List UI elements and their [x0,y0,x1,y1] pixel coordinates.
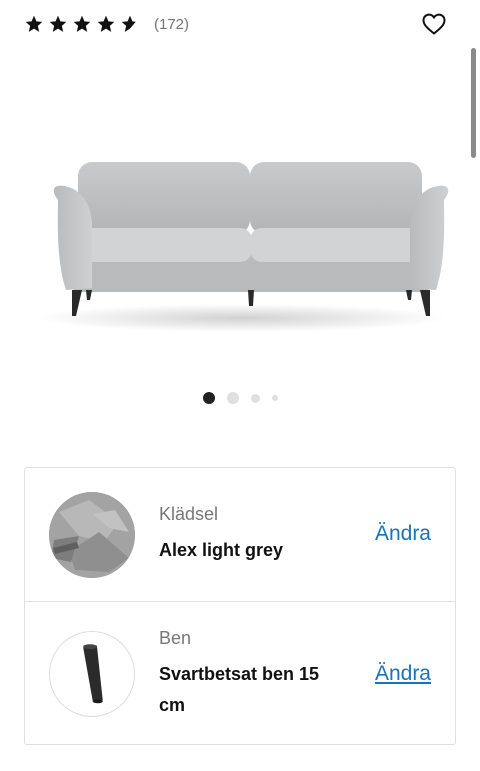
review-count[interactable]: (172) [154,16,189,33]
option-row-legs[interactable]: Ben Svartbetsat ben 15 cm Ändra [25,602,455,744]
leg-swatch-image [83,644,103,704]
fabric-swatch-image [49,491,135,578]
gallery-dot[interactable] [250,393,260,403]
star-rating[interactable] [24,14,140,34]
gallery-dot[interactable] [226,392,239,404]
option-label: Klädsel [159,503,219,524]
option-text: Ben Svartbetsat ben 15 cm [159,628,339,721]
heart-outline-icon [422,13,446,35]
leg-swatch [49,631,135,717]
product-gallery[interactable] [0,60,480,380]
option-text: Klädsel Alex light grey [159,504,339,566]
star-icon [25,15,43,32]
star-icon [97,15,115,32]
fabric-swatch [49,491,135,578]
star-icon [49,15,67,32]
rating-bar: (172) [24,10,448,38]
option-value: Alex light grey [159,539,284,560]
half-star-icon [121,15,139,32]
product-options-card: Klädsel Alex light grey Ändra Ben Svartb… [24,467,456,745]
change-legs-link[interactable]: Ändra [375,662,431,686]
wishlist-button[interactable] [420,10,448,38]
change-upholstery-link[interactable]: Ändra [375,522,431,546]
gallery-pagination [0,392,480,404]
gallery-dot[interactable] [271,395,278,401]
star-icon [73,15,91,32]
sofa-image [37,162,449,332]
option-label: Ben [159,627,192,648]
option-row-upholstery[interactable]: Klädsel Alex light grey Ändra [25,468,455,602]
option-value: Svartbetsat ben 15 cm [159,663,320,715]
gallery-dot-active[interactable] [202,392,215,404]
